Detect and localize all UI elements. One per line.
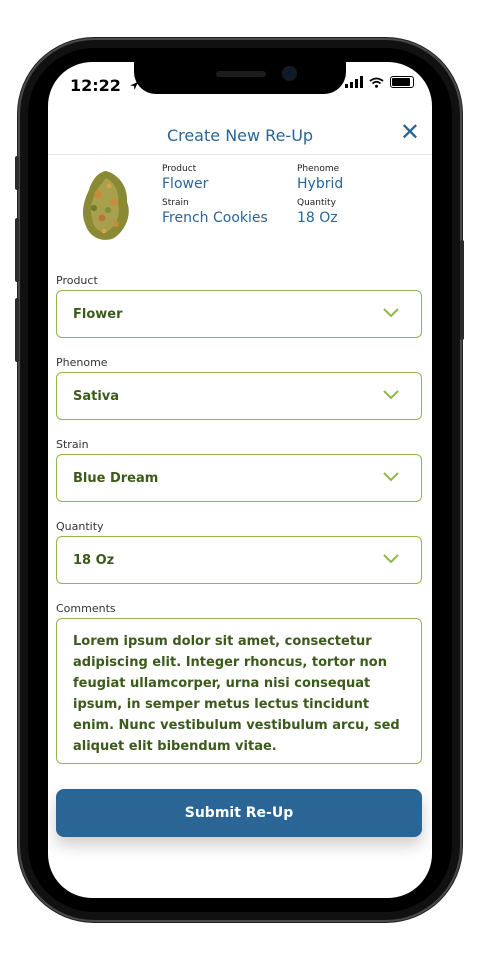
summary-phenome-label: Phenome: [297, 164, 340, 174]
mute-switch: [15, 156, 19, 190]
volume-up-button: [15, 218, 19, 282]
quantity-label: Quantity: [56, 520, 104, 533]
summary-product-label: Product: [162, 164, 197, 174]
summary-product-value: Flower: [162, 176, 209, 192]
app-screen: 12:22 Create New Re-Up ✕ Product Flower …: [48, 62, 432, 898]
location-arrow-icon: [129, 82, 138, 90]
summary-quantity-value: 18 Oz: [297, 210, 338, 226]
modal-header: Create New Re-Up ✕: [48, 114, 432, 155]
phenome-select-value: Sativa: [73, 389, 120, 404]
chevron-down-icon: [383, 308, 399, 318]
status-icons: [345, 76, 414, 88]
battery-icon: [390, 76, 414, 88]
power-button: [460, 240, 464, 340]
summary-strain-value: French Cookies: [162, 210, 268, 226]
summary-strain-label: Strain: [162, 198, 189, 208]
chevron-down-icon: [383, 554, 399, 564]
quantity-select-value: 18 Oz: [73, 553, 115, 568]
status-time: 12:22: [70, 76, 139, 95]
notch: [134, 62, 346, 94]
strain-select[interactable]: Blue Dream: [56, 454, 422, 502]
comments-label: Comments: [56, 602, 116, 615]
product-select-value: Flower: [73, 307, 123, 322]
wifi-icon: [369, 77, 384, 88]
summary-quantity-label: Quantity: [297, 198, 336, 208]
speaker-grille: [216, 71, 266, 77]
reup-summary: Product Flower Strain French Cookies Phe…: [48, 158, 432, 258]
front-camera: [284, 68, 295, 79]
volume-down-button: [15, 298, 19, 362]
quantity-select[interactable]: 18 Oz: [56, 536, 422, 584]
cellular-signal-icon: [345, 76, 363, 88]
chevron-down-icon: [383, 390, 399, 400]
summary-phenome-value: Hybrid: [297, 176, 344, 192]
phenome-select[interactable]: Sativa: [56, 372, 422, 420]
strain-select-value: Blue Dream: [73, 471, 159, 486]
close-icon[interactable]: ✕: [400, 118, 420, 146]
submit-reup-button[interactable]: Submit Re-Up: [56, 789, 422, 837]
page-title: Create New Re-Up: [166, 126, 314, 145]
comments-textarea[interactable]: Lorem ipsum dolor sit amet, consectetur …: [56, 618, 422, 764]
strain-label: Strain: [56, 438, 89, 451]
chevron-down-icon: [383, 472, 399, 482]
product-label: Product: [56, 274, 98, 287]
product-select[interactable]: Flower: [56, 290, 422, 338]
flower-bud-image: [82, 171, 129, 240]
phenome-label: Phenome: [56, 356, 108, 369]
